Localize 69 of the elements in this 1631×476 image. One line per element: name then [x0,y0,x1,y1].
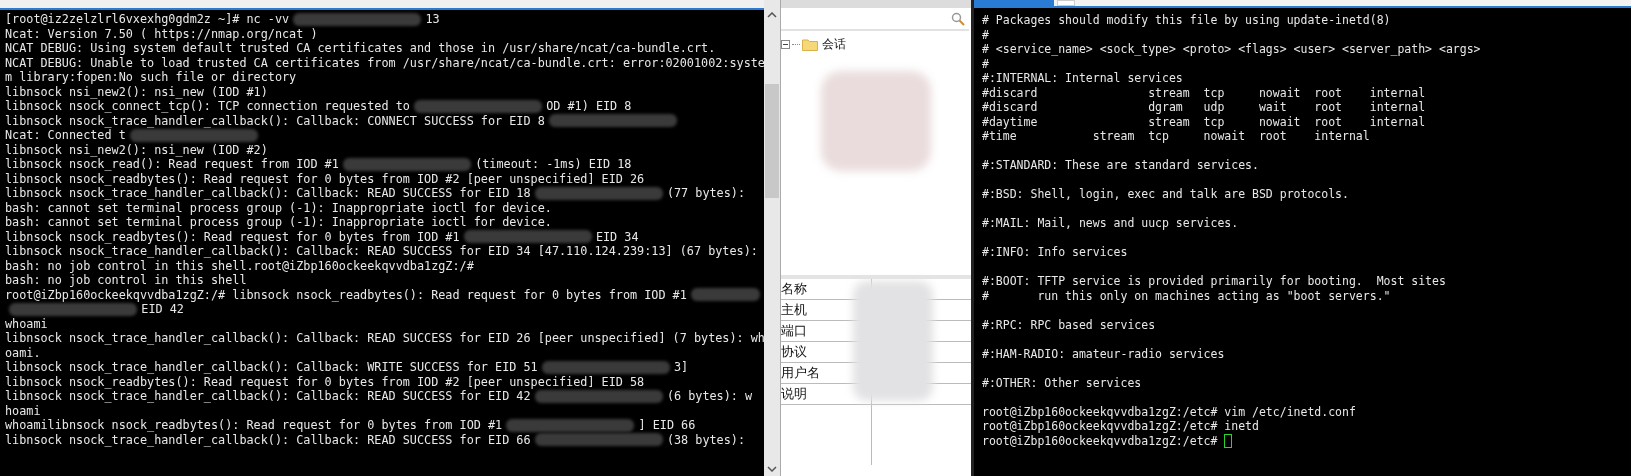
terminal-line: (38 bytes): [666,432,746,447]
terminal-line: ] EID 66 [638,418,696,433]
terminal-line: #:HAM-RADIO: amateur-radio services [982,346,1225,361]
terminal-line: Ncat: Connected t [5,128,126,143]
terminal-line: #:INFO: Info services [982,245,1128,260]
terminal-line: libnsock nsock_readbytes(): Read request for 0 bytes from IOD #2 [peer unspecified] EID 58 [5,374,645,389]
terminal-line: OD #1) EID 8 [546,99,632,114]
terminal-line: libnsock nsock_trace_handler_callback(): Callback: READ SUCCESS for EID 66 [5,432,531,447]
terminal-line: oami. [5,345,41,360]
terminal-line: #:BSD: Shell, login, exec and talk are BSD protocols. [982,187,1349,202]
terminal-line: libnsock nsock_trace_handler_callback(): Callback: WRITE SUCCESS for EID 51 [5,360,538,375]
terminal-line: bash: cannot set terminal process group (-1): Inappropriate ioctl for device. [5,200,552,215]
terminal-line: EID 34 [595,229,639,244]
terminal-line: [root@iz2zelzlrl6vxexhg0gdm2z ~]# nc -vv [5,12,290,27]
terminal-line: Ncat: Version 7.50 ( https://nmap.org/ncat ) [5,26,318,41]
terminal-line: bash: no job control in this shell [5,273,247,288]
terminal-line: root@iZbp160ockeekqvvdba1zgZ:/etc# vim /etc/inetd.conf [982,404,1356,419]
terminal-line: #:MAIL: Mail, news and uucp services. [982,216,1239,231]
terminal-line: libnsock nsock_trace_handler_callback(): Callback: READ SUCCESS for EID 26 [peer unspecified] (7 bytes): wh [5,331,765,346]
terminal-line: root@iZbp160ockeekqvvdba1zgZ:/etc# inetd [982,419,1259,434]
terminal-line: #:STANDARD: These are standard services. [982,158,1259,173]
search-icon [951,12,965,26]
terminal-line: libnsock nsi_new2(): nsi_new (IOD #1) [5,84,268,99]
terminal-line: bash: no job control in this shell.root@iZbp160ockeekqvvdba1zgZ:/# [5,258,474,273]
terminal-line: libnsock nsock_trace_handler_callback(): Callback: READ SUCCESS for EID 42 [5,389,531,404]
terminal-line: (6 bytes): w [666,389,753,404]
terminal-line: libnsock nsock_connect_tcp(): TCP connection requested to [5,99,410,114]
terminal-line: #daytime stream tcp nowait root internal [982,114,1426,129]
terminal-line: root@iZbp160ockeekqvvdba1zgZ:/etc# [982,433,1218,448]
terminal-line: # [982,27,989,42]
terminal-line: #:RPC: RPC based services [982,317,1156,332]
terminal-line: libnsock nsock_readbytes(): Read request for 0 bytes from IOD #1 [5,229,460,244]
terminal-line: # run this only on machines acting as "boot servers." [982,288,1391,303]
collapse-icon[interactable] [781,39,790,49]
terminal-line: NCAT DEBUG: Unable to load trusted CA certificates from /usr/share/ncat/ca-bundle.crt: error:02001002:syste [5,55,765,70]
terminal-line: m library:fopen:No such file or directory [5,70,297,85]
terminal-line: libnsock nsock_trace_handler_callback(): Callback: CONNECT SUCCESS for EID 8 [5,113,545,128]
terminal-line: #discard stream tcp nowait root internal [982,85,1426,100]
terminal-line: 13 [425,12,440,27]
terminal-line: NCAT DEBUG: Using system default trusted CA certificates and those in /usr/share/ncat/ca-bundle.crt. [5,41,716,56]
terminal-line: #:INTERNAL: Internal services [982,71,1183,86]
terminal-line: libnsock nsock_trace_handler_callback(): Callback: READ SUCCESS for EID 18 [5,186,531,201]
terminal-line: whoami [5,316,48,331]
terminal-line: # [982,56,989,71]
scrollbar[interactable] [764,0,781,476]
terminal-line: libnsock nsock_read(): Read request from IOD #1 [5,157,339,172]
terminal-line: hoami [5,403,41,418]
terminal-line: #:OTHER: Other services [982,375,1142,390]
terminal-line: bash: cannot set terminal process group (-1): Inappropriate ioctl for device. [5,215,552,230]
terminal-line: (77 bytes): [666,186,746,201]
terminal-line: root@iZbp160ockeekqvvdba1zgZ:/# libnsock nsock_readbytes(): Read request for 0 bytes from IOD #1 [5,287,687,302]
terminal-line: # <service_name> <sock_type> <proto> <flags> <user> <server_path> <args> [982,42,1481,57]
terminal-line: #time stream tcp nowait root internal [982,129,1370,144]
terminal-line: 3] [674,360,689,375]
terminal-line: (timeout: -1ms) EID 18 [475,157,632,172]
terminal-line: #:BOOT: TFTP service is provided primarily for booting. Most sites [982,274,1446,289]
scrollbar-thumb[interactable] [765,84,779,198]
terminal-line: # Packages should modify this file by using update-inetd(8) [982,13,1391,28]
terminal-line: libnsock nsock_readbytes(): Read request for 0 bytes from IOD #2 [peer unspecified] EID 26 [5,171,645,186]
folder-icon [802,37,818,51]
terminal-line: EID 42 [141,302,184,317]
tab[interactable] [974,0,1054,6]
terminal-line: #discard dgram udp wait root internal [982,100,1426,115]
terminal-line: whoamilibnsock nsock_readbytes(): Read request for 0 bytes from IOD #1 [5,418,503,433]
terminal-line: libnsock nsi_new2(): nsi_new (IOD #2) [5,142,268,157]
tab[interactable] [1057,0,1075,6]
terminal-line: libnsock nsock_trace_handler_callback(): Callback: READ SUCCESS for EID 34 [47.110.124.239:13] (67 bytes): [5,244,758,259]
tree-item[interactable]: 会话 [781,35,971,53]
redaction-smudge [691,288,760,302]
